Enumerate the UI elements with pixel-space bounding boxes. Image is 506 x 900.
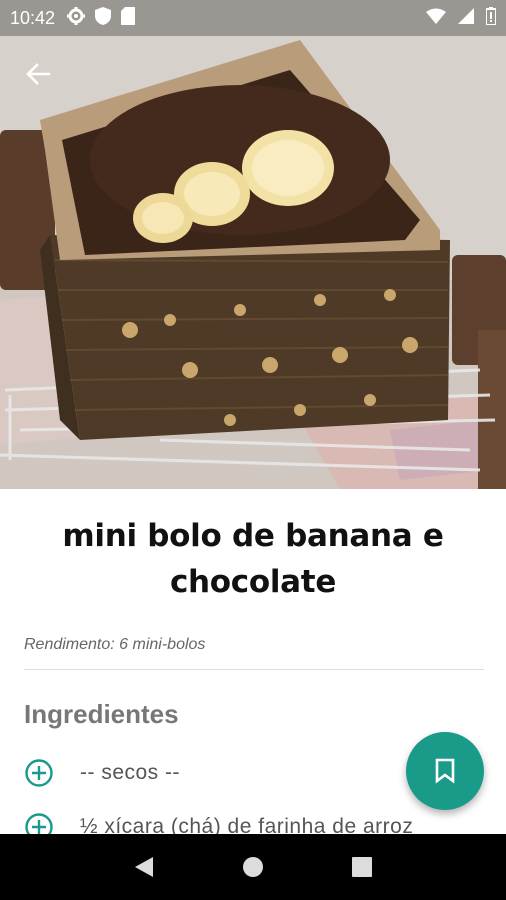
sd-card-icon (121, 6, 136, 30)
ingredient-item[interactable]: ½ xícara (chá) de farinha de arroz (24, 811, 413, 834)
add-circle-icon[interactable] (24, 812, 54, 834)
wifi-icon (426, 8, 446, 29)
bookmark-button[interactable] (406, 732, 484, 810)
system-nav-bar (0, 834, 506, 900)
recipe-hero-image (0, 0, 506, 489)
ingredients-heading: Ingredientes (24, 699, 179, 729)
nav-home-button[interactable] (233, 847, 273, 887)
home-circle-icon (242, 857, 263, 877)
back-button[interactable] (18, 54, 58, 94)
recipe-title: mini bolo de banana e chocolate (62, 518, 444, 600)
add-circle-icon[interactable] (24, 758, 54, 788)
back-triangle-icon (135, 857, 154, 877)
shield-icon (95, 6, 112, 30)
ingredient-text: ½ xícara (chá) de farinha de arroz (80, 815, 414, 834)
divider (24, 669, 484, 670)
signal-icon (458, 7, 474, 29)
status-bar: 10:42 (0, 0, 506, 36)
gear-icon (67, 6, 86, 30)
bookmark-icon (435, 758, 455, 784)
ingredient-item[interactable]: -- secos -- (24, 757, 180, 789)
ingredient-text: -- secos -- (80, 761, 180, 784)
status-time: 10:42 (10, 7, 56, 28)
battery-icon (485, 6, 497, 30)
nav-back-button[interactable] (124, 847, 164, 887)
recipe-yield: Rendimento: 6 mini-bolos (24, 636, 206, 653)
nav-recents-button[interactable] (342, 847, 382, 887)
arrow-left-icon (26, 63, 51, 85)
cake-photo (0, 0, 506, 489)
recents-square-icon (351, 857, 372, 877)
